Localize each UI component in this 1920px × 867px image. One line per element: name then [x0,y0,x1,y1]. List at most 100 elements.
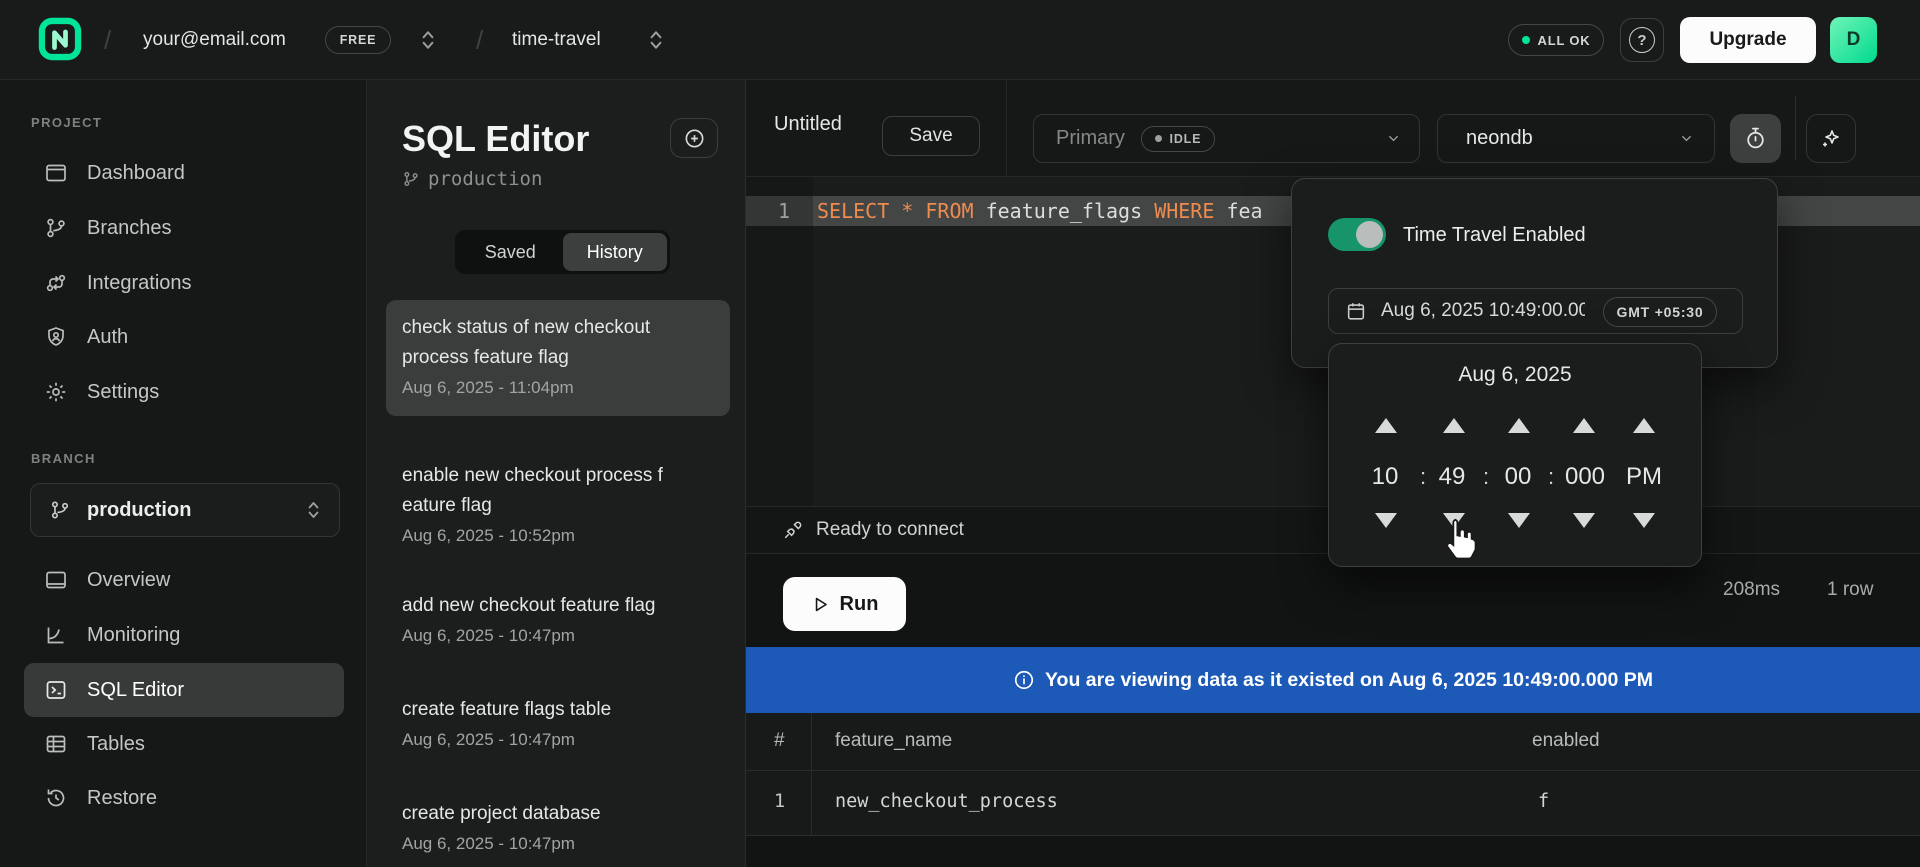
query-row-count: 1 row [1827,579,1873,601]
second-down-button[interactable] [1508,513,1530,528]
sidebar-item-monitoring[interactable]: Monitoring [24,608,344,662]
ai-assist-button[interactable] [1806,114,1856,163]
toggle-knob [1356,221,1383,248]
history-item-date: Aug 6, 2025 - 10:52pm [402,523,714,549]
dashboard-icon [44,161,68,185]
project-switcher-chevrons-icon[interactable] [648,29,664,51]
database-selector[interactable]: neondb [1437,114,1715,163]
sidebar-item-integrations[interactable]: Integrations [24,256,344,310]
sidebar-item-label: Restore [87,787,157,810]
overview-icon [44,568,68,592]
code-line[interactable]: SELECT * FROM feature_flags WHERE fea [817,196,1263,226]
new-query-button[interactable] [670,118,718,158]
millisecond-down-button[interactable] [1573,513,1595,528]
picker-date-title: Aug 6, 2025 [1329,363,1701,387]
sql-token: FROM [925,199,973,223]
sql-token: * [901,199,913,223]
connection-status-text: Ready to connect [816,519,964,541]
meridiem-value: PM [1626,462,1662,492]
project-name[interactable]: time-travel [512,29,601,51]
saved-history-tabs: Saved History [455,230,670,274]
results-cell-enabled: f [1538,791,1549,812]
history-item-date: Aug 6, 2025 - 11:04pm [402,375,714,401]
sql-token: fea [1214,199,1262,223]
minute-up-button[interactable] [1443,418,1465,433]
account-switcher-chevrons-icon[interactable] [420,29,436,51]
system-status-badge[interactable]: ALL OK [1508,24,1604,56]
sidebar-item-label: Auth [87,326,128,349]
sidebar-item-label: SQL Editor [87,679,184,702]
sidebar-item-auth[interactable]: Auth [24,310,344,364]
results-column-header: # [774,730,785,752]
chevron-down-icon [1386,131,1401,146]
panel-branch-label: production [428,168,542,190]
avatar[interactable]: D [1830,17,1877,63]
millisecond-up-button[interactable] [1573,418,1595,433]
timezone-badge: GMT +05:30 [1603,297,1717,327]
sidebar-item-overview[interactable]: Overview [24,553,344,607]
results-column-divider [811,713,812,836]
time-travel-button[interactable] [1730,114,1781,163]
history-item[interactable]: check status of new checkout process fea… [386,300,730,416]
second-up-button[interactable] [1508,418,1530,433]
calendar-icon [1345,300,1367,322]
table-icon [44,732,68,756]
compute-selector[interactable]: Primary IDLE [1033,114,1420,163]
sidebar-item-branches[interactable]: Branches [24,201,344,255]
neon-logo[interactable] [38,17,82,61]
sidebar-item-tables[interactable]: Tables [24,717,344,771]
tab-saved[interactable]: Saved [458,233,563,271]
upgrade-button[interactable]: Upgrade [1680,17,1816,63]
meridiem-up-button[interactable] [1633,418,1655,433]
history-item[interactable]: enable new checkout process f eature fla… [386,448,730,558]
time-separator: : [1483,462,1489,492]
meridiem-down-button[interactable] [1633,513,1655,528]
run-button-label: Run [840,593,879,616]
stopwatch-icon [1743,126,1768,151]
results-column-header: feature_name [835,730,952,752]
results-cell-feature-name: new_checkout_process [835,791,1058,812]
history-item-title: create feature flags table [402,695,714,725]
tab-history[interactable]: History [563,233,668,271]
save-button[interactable]: Save [882,116,980,156]
git-branch-icon [44,216,68,240]
history-item[interactable]: add new checkout feature flag Aug 6, 202… [386,578,730,660]
run-button[interactable]: Run [783,577,906,631]
results-column-header: enabled [1532,730,1600,752]
history-item[interactable]: create feature flags table Aug 6, 2025 -… [386,682,730,764]
sql-editor-icon [44,678,68,702]
sidebar-item-settings[interactable]: Settings [24,365,344,419]
account-email[interactable]: your@email.com [143,29,286,51]
help-button[interactable]: ? [1620,18,1664,62]
status-badge-label: ALL OK [1538,33,1591,48]
branch-selector[interactable]: production [30,483,340,537]
editor-gutter [746,177,813,506]
history-item[interactable]: create project database Aug 6, 2025 - 10… [386,786,730,867]
plug-icon [782,519,804,541]
restore-clock-icon [44,786,68,810]
datetime-field[interactable]: Aug 6, 2025 10:49:00.000 GMT +05:30 [1328,288,1743,334]
sidebar-item-sql-editor[interactable]: SQL Editor [24,663,344,717]
integrations-icon [44,271,68,295]
neon-logo-icon [38,17,82,61]
sidebar-section-project: PROJECT [31,115,102,130]
hour-down-button[interactable] [1375,513,1397,528]
branch-selector-value: production [87,499,191,522]
history-item-title: enable new checkout process f [402,461,714,491]
sidebar-item-restore[interactable]: Restore [24,771,344,825]
hour-up-button[interactable] [1375,418,1397,433]
minute-value: 49 [1439,462,1466,492]
sidebar-item-dashboard[interactable]: Dashboard [24,146,344,200]
mouse-cursor-icon [1440,517,1478,559]
line-number: 1 [746,196,790,226]
time-travel-toggle[interactable] [1328,218,1386,251]
sql-token: WHERE [1154,199,1214,223]
time-separator: : [1420,462,1426,492]
compute-status-badge: IDLE [1141,126,1215,152]
sidebar-item-label: Branches [87,217,172,240]
sql-token [889,199,901,223]
history-item-title: create project database [402,799,714,829]
top-bar: / your@email.com FREE / time-travel ALL … [0,0,1920,80]
database-name: neondb [1466,127,1533,150]
results-row[interactable]: 1 new_checkout_process f [746,771,1920,836]
